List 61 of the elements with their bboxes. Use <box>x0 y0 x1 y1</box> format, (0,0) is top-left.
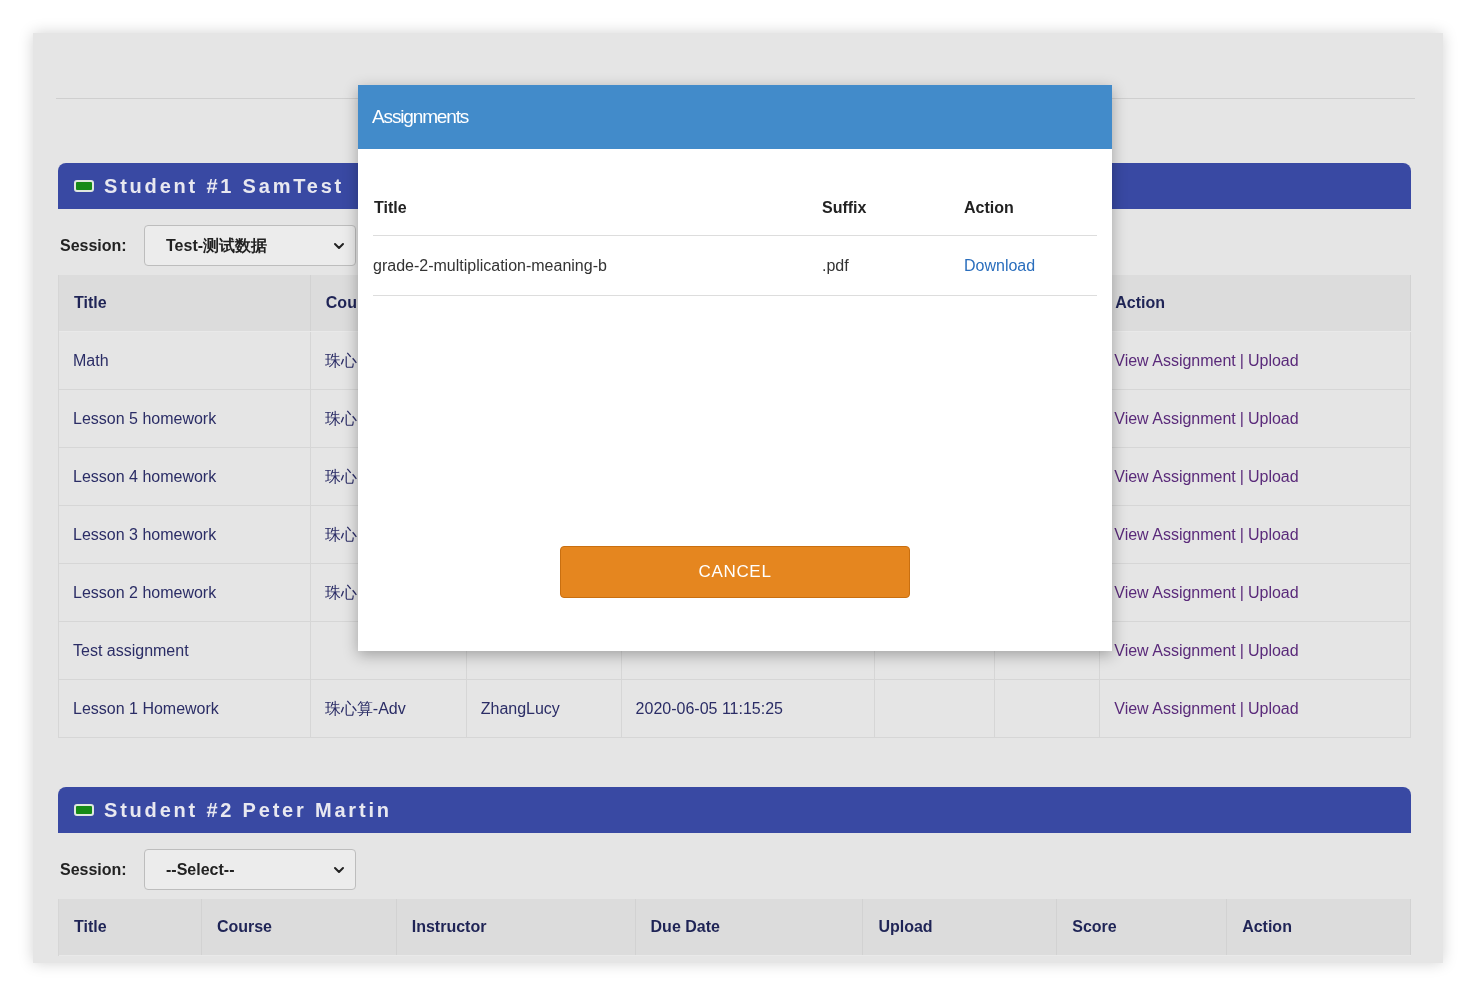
column-header: Course <box>216 917 272 937</box>
column-header: Action <box>1115 293 1166 313</box>
table-cell-text: 珠心 <box>324 582 357 603</box>
view-assignment-link[interactable]: View Assignment <box>1114 696 1236 721</box>
upload-link[interactable]: Upload <box>1247 406 1299 431</box>
table-cell-text: 珠心 <box>324 524 357 545</box>
table-cell-text: ZhangLucy <box>480 698 560 719</box>
view-assignment-link[interactable]: View Assignment <box>1114 406 1236 431</box>
link-separator: | <box>1239 582 1244 603</box>
session-label: Session: <box>60 859 128 880</box>
table-cell-text: Math <box>73 350 109 371</box>
table-cell-text: Lesson 5 homework <box>73 408 217 429</box>
column-header: Title <box>74 917 107 937</box>
column-header: Title <box>74 293 107 313</box>
view-assignment-link[interactable]: View Assignment <box>1114 348 1236 373</box>
table-cell-text: 珠心算-Adv <box>324 698 406 719</box>
student-icon <box>74 804 94 816</box>
table-cell-text: 珠心 <box>324 466 357 487</box>
link-separator: | <box>1239 408 1244 429</box>
student-heading: Student #2 Peter Martin <box>104 798 392 823</box>
upload-link[interactable]: Upload <box>1247 522 1299 547</box>
column-header: Action <box>964 198 1014 216</box>
upload-link[interactable]: Upload <box>1247 638 1299 663</box>
view-assignment-link[interactable]: View Assignment <box>1114 522 1236 547</box>
modal-title: Assignments <box>372 104 469 129</box>
column-header: Score <box>1072 917 1117 937</box>
upload-link[interactable]: Upload <box>1247 464 1299 489</box>
link-separator: | <box>1239 466 1244 487</box>
table-cell-text: 珠心 <box>324 408 357 429</box>
column-header: Cou <box>325 293 357 313</box>
session-select[interactable]: Test-测试数据 <box>144 225 356 266</box>
table-cell-text: Lesson 3 homework <box>73 524 217 545</box>
column-header: Upload <box>878 917 933 937</box>
column-header: Title <box>374 198 407 216</box>
link-separator: | <box>1239 350 1244 371</box>
table-cell-text: Lesson 2 homework <box>73 582 217 603</box>
upload-link[interactable]: Upload <box>1247 348 1299 373</box>
column-header: Due Date <box>650 917 720 937</box>
link-separator: | <box>1239 640 1244 661</box>
link-separator: | <box>1239 698 1244 719</box>
student-heading: Student #1 SamTest <box>104 174 345 199</box>
upload-link[interactable]: Upload <box>1247 580 1299 605</box>
column-header: Instructor <box>411 917 487 937</box>
session-select[interactable]: --Select-- <box>144 849 356 890</box>
download-link[interactable]: Download <box>964 256 1036 274</box>
file-suffix: .pdf <box>822 256 849 274</box>
view-assignment-link[interactable]: View Assignment <box>1114 580 1236 605</box>
table-cell-text: 2020-06-05 11:15:25 <box>635 698 783 719</box>
file-title: grade-2-multiplication-meaning-b <box>373 256 607 274</box>
table-cell-text: Test assignment <box>73 640 189 661</box>
session-label: Session: <box>60 235 128 256</box>
view-assignment-link[interactable]: View Assignment <box>1114 638 1236 663</box>
view-assignment-link[interactable]: View Assignment <box>1114 464 1236 489</box>
column-header: Suffix <box>822 198 867 216</box>
table-cell-text: 珠心 <box>324 350 357 371</box>
link-separator: | <box>1239 524 1244 545</box>
upload-link[interactable]: Upload <box>1247 696 1299 721</box>
column-header: Action <box>1242 917 1292 937</box>
table-cell-text: Lesson 1 Homework <box>73 698 219 719</box>
table-cell-text: Lesson 4 homework <box>73 466 217 487</box>
student-icon <box>74 180 94 192</box>
